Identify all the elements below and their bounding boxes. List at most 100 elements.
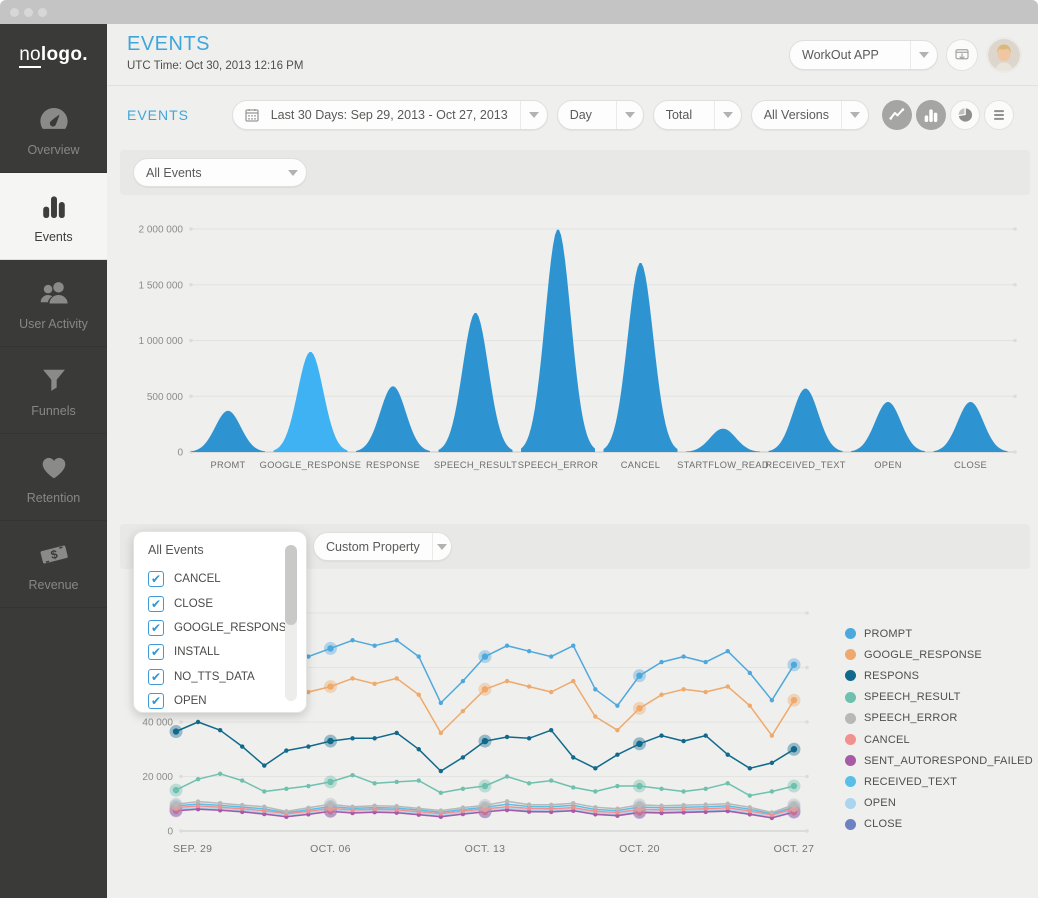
checkbox-checked[interactable]: ✔ xyxy=(148,693,164,709)
checkbox-checked[interactable]: ✔ xyxy=(148,644,164,660)
legend-label: GOOGLE_RESPONSE xyxy=(864,649,982,661)
event-option-label: OPEN xyxy=(174,695,207,707)
bar-peak-cancel[interactable] xyxy=(604,263,678,452)
sidebar-item-label: Revenue xyxy=(28,578,78,592)
bar-chart-icon xyxy=(921,105,941,125)
event-option-cancel[interactable]: ✔ CANCEL xyxy=(148,567,292,591)
list-view-button[interactable] xyxy=(984,100,1014,130)
sidebar-item-revenue[interactable]: $ Revenue xyxy=(0,521,107,608)
checkbox-checked[interactable]: ✔ xyxy=(148,620,164,636)
scrollbar-thumb[interactable] xyxy=(285,545,297,625)
avatar-image xyxy=(988,39,1020,71)
legend-item-open[interactable]: OPEN xyxy=(845,793,1033,814)
sidebar-item-retention[interactable]: Retention xyxy=(0,434,107,521)
legend-item-received_text[interactable]: RECEIVED_TEXT xyxy=(845,771,1033,792)
bar-peak-received_text[interactable] xyxy=(769,389,843,452)
property-selector[interactable]: Custom Property xyxy=(313,532,452,561)
svg-text:RESPONSE: RESPONSE xyxy=(366,460,420,470)
legend-color-dot xyxy=(845,798,856,809)
event-option-install[interactable]: ✔ INSTALL xyxy=(148,640,292,664)
legend-item-speech_error[interactable]: SPEECH_ERROR xyxy=(845,708,1033,729)
legend-label: PROMPT xyxy=(864,628,912,640)
chevron-down-icon xyxy=(280,159,306,186)
chevron-down-icon xyxy=(520,101,547,129)
svg-text:OCT. 13: OCT. 13 xyxy=(465,843,506,855)
legend-item-speech_result[interactable]: SPEECH_RESULT xyxy=(845,687,1033,708)
checkbox-checked[interactable]: ✔ xyxy=(148,669,164,685)
granularity-selector[interactable]: Day xyxy=(557,100,644,130)
filter-controls: Last 30 Days: Sep 29, 2013 - Oct 27, 201… xyxy=(232,100,1014,130)
events-bar-chart: 0500 0001 000 0001 500 0002 000 000PROMT… xyxy=(133,194,1030,494)
bar-chart-view-button[interactable] xyxy=(916,100,946,130)
bar-peak-open[interactable] xyxy=(851,402,925,452)
bar-peak-speech_result[interactable] xyxy=(439,313,513,452)
calendar-icon xyxy=(233,108,259,122)
checkbox-checked[interactable]: ✔ xyxy=(148,571,164,587)
window-control-dot[interactable] xyxy=(38,8,47,17)
app-selector-value: WorkOut APP xyxy=(790,48,910,62)
logo-text: nologo. xyxy=(19,44,88,66)
line-chart-view-button[interactable] xyxy=(882,100,912,130)
users-icon xyxy=(37,276,71,310)
legend-color-dot xyxy=(845,692,856,703)
event-filter-bar: All Events xyxy=(120,150,1030,195)
sidebar-item-label: Events xyxy=(34,230,72,244)
svg-text:1 500 000: 1 500 000 xyxy=(139,280,184,291)
event-selector[interactable]: All Events xyxy=(133,158,307,187)
brand-logo[interactable]: nologo. xyxy=(0,24,107,86)
sidebar-item-events[interactable]: Events xyxy=(0,173,107,260)
metric-selector[interactable]: Total xyxy=(653,100,742,130)
date-range-selector[interactable]: Last 30 Days: Sep 29, 2013 - Oct 27, 201… xyxy=(232,100,548,130)
section-title: EVENTS xyxy=(127,107,189,123)
bar-peak-promt[interactable] xyxy=(191,411,265,452)
legend-label: SPEECH_RESULT xyxy=(864,691,961,703)
window-control-dot[interactable] xyxy=(10,8,19,17)
event-option-open[interactable]: ✔ OPEN xyxy=(148,689,292,713)
window-control-dot[interactable] xyxy=(24,8,33,17)
main-content: EVENTS Last 30 Days: Sep 29, 2013 - Oct … xyxy=(107,86,1038,898)
event-option-google_response[interactable]: ✔ GOOGLE_RESPONSE xyxy=(148,616,292,640)
pie-chart-view-button[interactable] xyxy=(950,100,980,130)
svg-text:RECEIVED_TEXT: RECEIVED_TEXT xyxy=(765,460,845,470)
app-window: nologo. EVENTS UTC Time: Oct 30, 2013 12… xyxy=(0,0,1038,898)
sidebar-item-user-activity[interactable]: User Activity xyxy=(0,260,107,347)
granularity-value: Day xyxy=(558,108,616,122)
legend-color-dot xyxy=(845,819,856,830)
svg-text:SPEECH_ERROR: SPEECH_ERROR xyxy=(518,460,599,470)
event-option-no_tts_data[interactable]: ✔ NO_TTS_DATA xyxy=(148,665,292,689)
legend-item-close[interactable]: CLOSE xyxy=(845,814,1033,835)
line-chart-icon xyxy=(887,105,907,125)
events-dropdown-panel: All Events ✔ CANCEL✔ CLOSE✔ GOOGLE_RESPO… xyxy=(133,531,307,713)
event-option-close[interactable]: ✔ CLOSE xyxy=(148,591,292,615)
svg-text:0: 0 xyxy=(177,448,183,459)
sidebar-item-overview[interactable]: Overview xyxy=(0,86,107,173)
user-avatar[interactable] xyxy=(986,37,1022,73)
legend-item-google_response[interactable]: GOOGLE_RESPONSE xyxy=(845,644,1033,665)
metric-value: Total xyxy=(654,108,714,122)
legend-item-prompt[interactable]: PROMPT xyxy=(845,623,1033,644)
bar-peak-close[interactable] xyxy=(934,402,1008,452)
svg-text:OCT. 27: OCT. 27 xyxy=(774,843,815,855)
bar-peak-startflow_read[interactable] xyxy=(686,429,760,452)
sidebar-item-label: Retention xyxy=(27,491,81,505)
versions-selector[interactable]: All Versions xyxy=(751,100,869,130)
legend-color-dot xyxy=(845,734,856,745)
checkbox-checked[interactable]: ✔ xyxy=(148,596,164,612)
chevron-down-icon xyxy=(910,41,937,69)
svg-text:SEP. 29: SEP. 29 xyxy=(173,843,212,855)
legend-item-respons[interactable]: RESPONS xyxy=(845,665,1033,686)
chart-legend: PROMPT GOOGLE_RESPONSE RESPONS SPEECH_RE… xyxy=(845,623,1033,835)
legend-color-dot xyxy=(845,670,856,681)
legend-color-dot xyxy=(845,755,856,766)
view-toggle-group xyxy=(882,100,1014,130)
svg-text:500 000: 500 000 xyxy=(147,392,184,403)
sidebar-item-funnels[interactable]: Funnels xyxy=(0,347,107,434)
legend-item-sent_autorespond_failed[interactable]: SENT_AUTORESPOND_FAILED xyxy=(845,750,1033,771)
app-selector[interactable]: WorkOut APP xyxy=(789,40,938,70)
svg-text:GOOGLE_RESPONSE: GOOGLE_RESPONSE xyxy=(260,460,362,470)
dropdown-scrollbar[interactable] xyxy=(285,545,297,701)
bar-peak-google_response[interactable] xyxy=(274,352,348,452)
export-button[interactable] xyxy=(946,39,978,71)
events-dropdown-options: ✔ CANCEL✔ CLOSE✔ GOOGLE_RESPONSE✔ INSTAL… xyxy=(148,567,292,713)
legend-item-cancel[interactable]: CANCEL xyxy=(845,729,1033,750)
